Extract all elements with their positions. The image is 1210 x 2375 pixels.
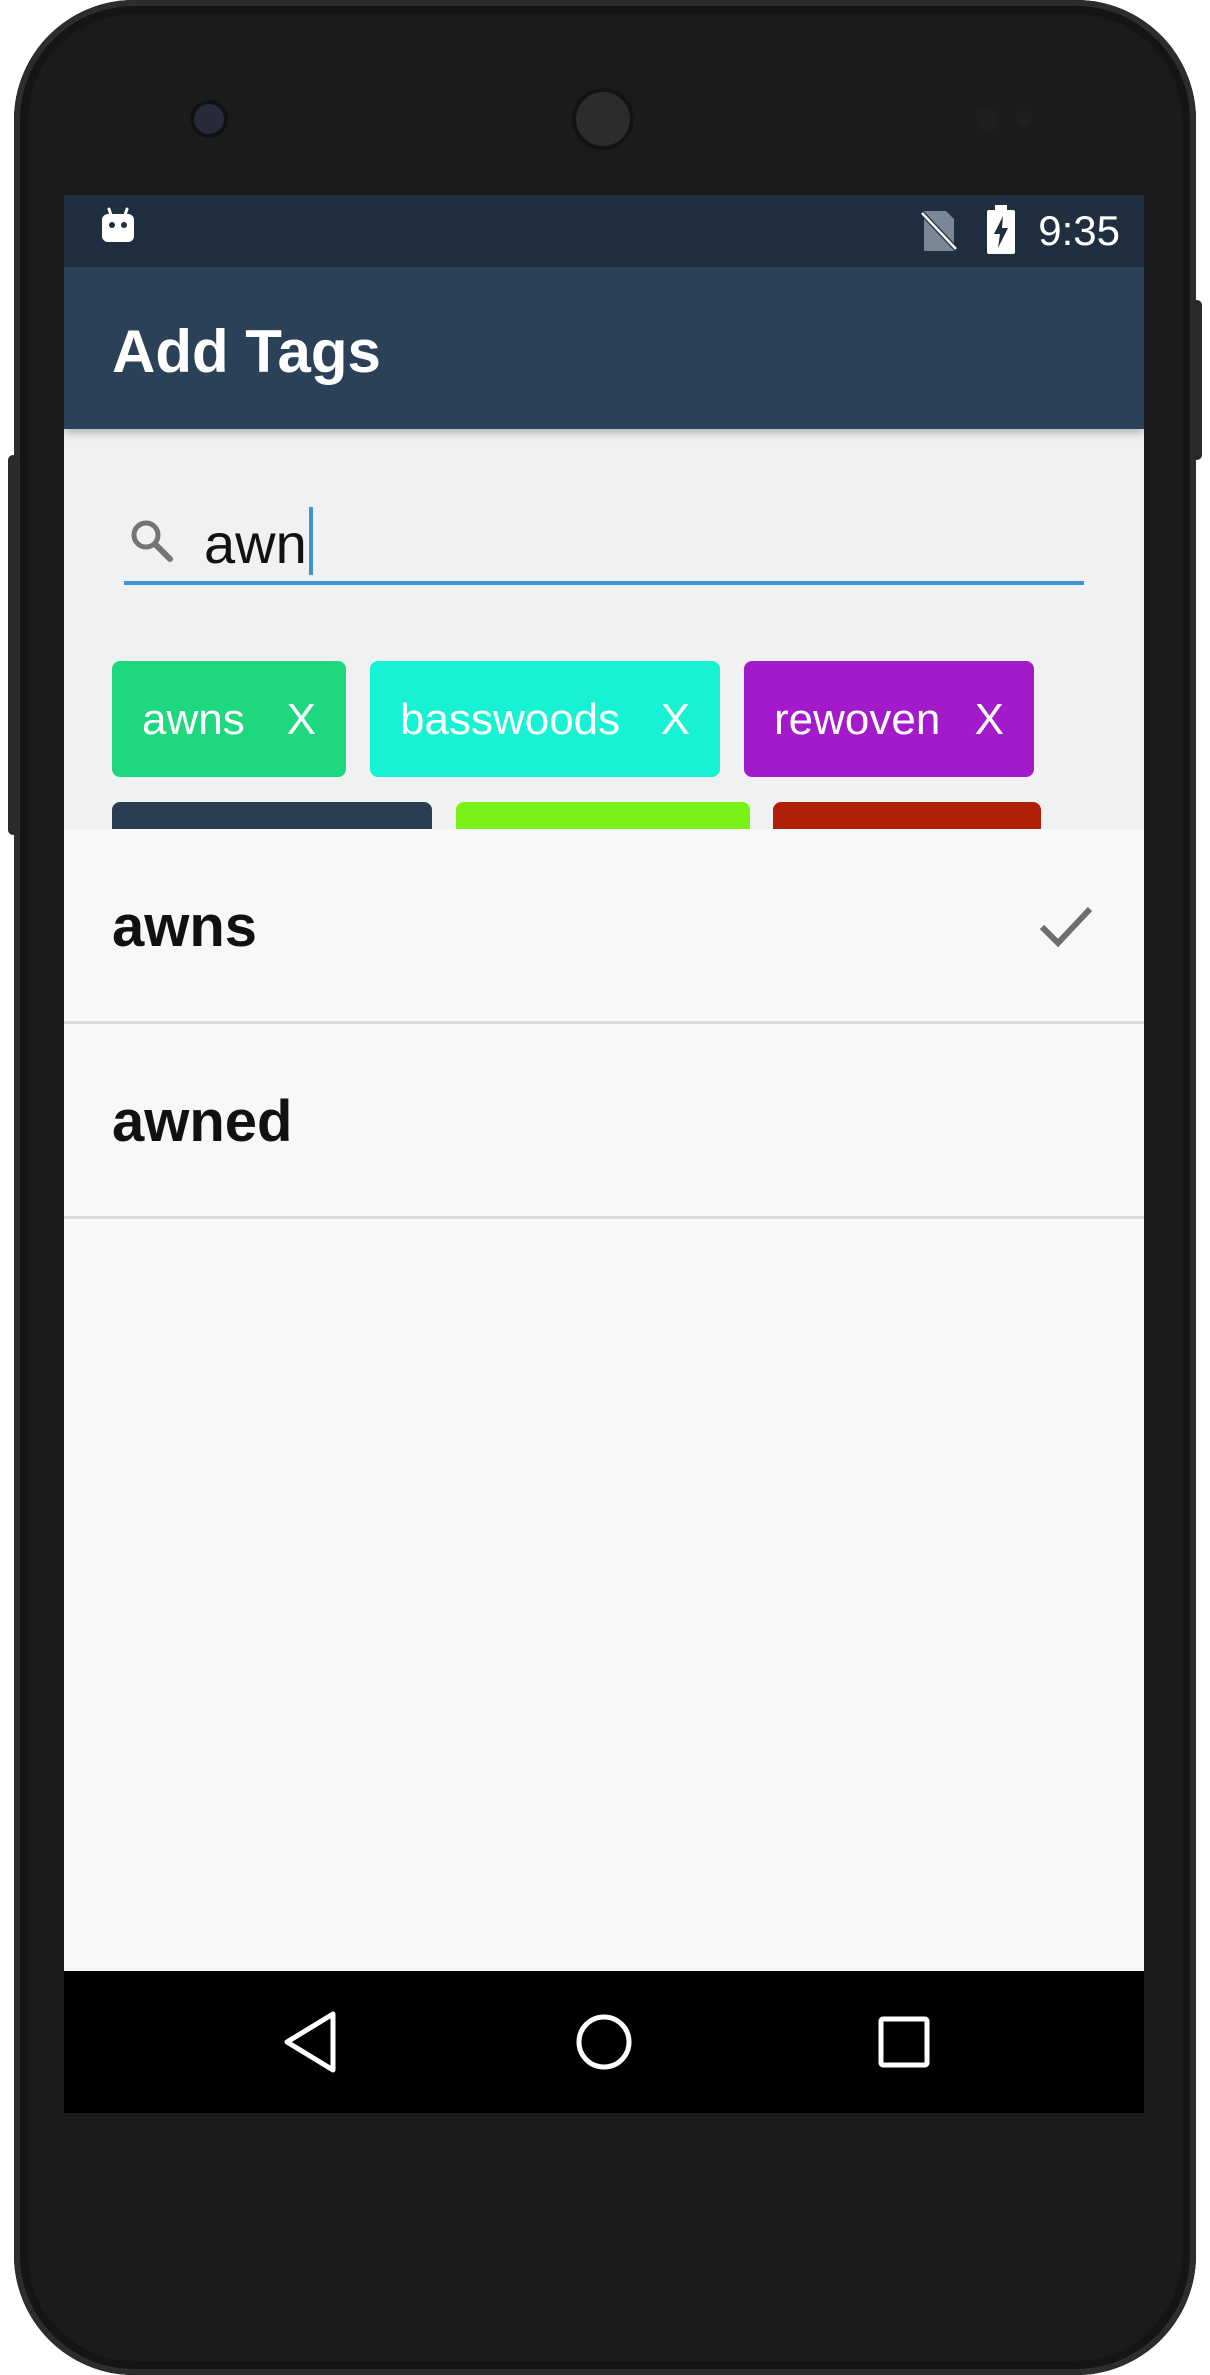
list-item[interactable]: awns [64,829,1144,1024]
tag-chip-basswoods[interactable]: basswoods X [370,661,720,777]
tag-area: awn awns X basswoods X rewoven X twaddle… [64,429,1144,918]
status-bar: 9:35 [64,195,1144,267]
remove-tag-button[interactable]: X [975,695,1004,745]
back-icon[interactable] [275,2006,347,2078]
app-bar: Add Tags [64,267,1144,429]
power-button [1192,300,1202,460]
volume-button [8,455,18,835]
front-camera [194,104,224,134]
home-icon[interactable] [568,2006,640,2078]
sensor [976,108,998,130]
tag-label: awns [142,695,245,744]
tag-chip-awns[interactable]: awns X [112,661,346,777]
remove-tag-button[interactable]: X [661,695,690,745]
speaker-grille [576,92,630,146]
tag-label: basswoods [400,695,621,744]
list-item[interactable]: awned [64,1024,1144,1219]
page-title: Add Tags [112,318,381,385]
android-icon [102,207,134,242]
list-item-label: awned [112,1089,293,1154]
recents-icon[interactable] [868,2006,940,2078]
tag-chip-rewoven[interactable]: rewoven X [744,661,1034,777]
text-cursor [308,507,313,575]
suggestion-list: awns awned [64,829,1144,1219]
no-sim-icon [920,211,958,251]
check-icon [1039,906,1093,948]
navigation-bar [64,1971,1144,2113]
search-field[interactable]: awn [124,501,1084,585]
remove-tag-button[interactable]: X [287,695,316,745]
status-time: 9:35 [1038,207,1120,254]
screen: 9:35 Add Tags awn awns X basswoods X rew… [64,195,1144,2113]
search-input-text: awn [204,512,307,575]
battery-charging-icon [987,205,1015,254]
list-item-label: awns [112,894,258,959]
search-icon [131,520,173,562]
search-input[interactable]: awn [204,507,313,576]
tag-label: rewoven [774,695,941,744]
sensor [1016,110,1032,126]
